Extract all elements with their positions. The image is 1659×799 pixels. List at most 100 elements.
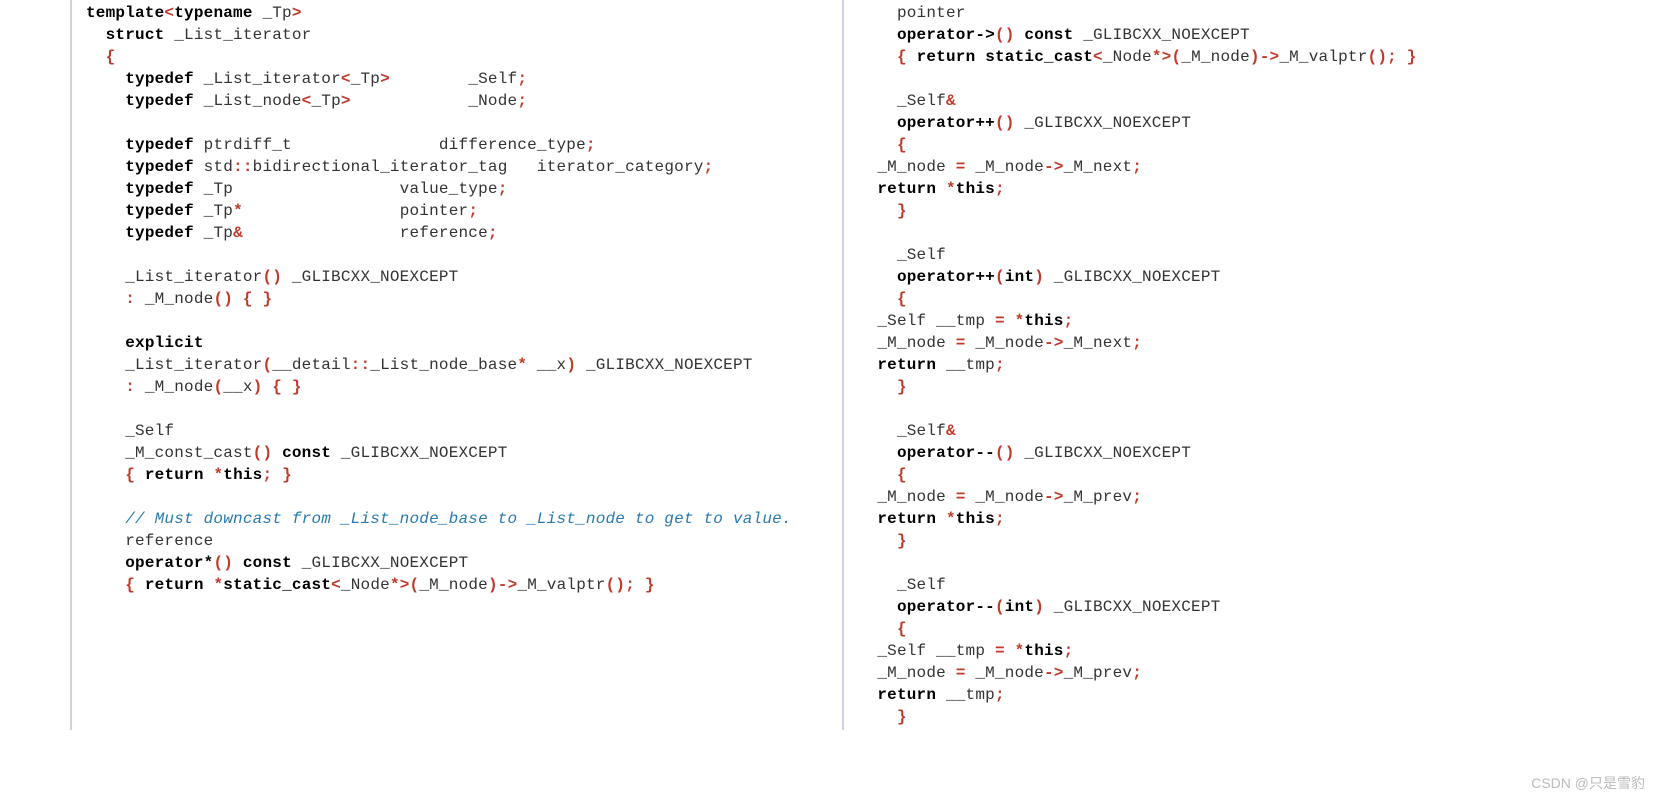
code-token: return [877,180,936,198]
code-token: _M_prev [1064,488,1133,506]
code-token [86,312,96,330]
code-token [858,290,897,308]
code-token: _Self [858,576,946,594]
code-token: int [1005,268,1034,286]
code-token: ; [995,356,1005,374]
code-token: * [1015,642,1025,660]
code-token [975,48,985,66]
code-token: { [897,466,907,484]
code-token: ; [517,70,527,88]
code-token: _Self __tmp [858,642,995,660]
code-token: operator-- [897,598,995,616]
code-token: _GLIBCXX_NOEXCEPT [576,356,752,374]
code-token: * [390,576,400,594]
code-token: = [956,158,966,176]
code-token: } [1407,48,1417,66]
code-token: _Tp [351,70,380,88]
code-token: ( [995,598,1005,616]
code-token: operator++ [897,114,995,132]
code-token: -> [1044,334,1064,352]
code-token: _List_node_base [370,356,517,374]
watermark-text: CSDN @只是雪豹 [1531,773,1645,793]
code-token: ; [995,180,1005,198]
code-token: const [1024,26,1073,44]
code-token: } [645,576,655,594]
code-token: _Tp [194,202,233,220]
code-token [86,202,125,220]
code-token: & [233,224,243,242]
code-token [858,620,897,638]
code-token: * [517,356,527,374]
code-token: ) [1034,268,1044,286]
code-token: pointer [858,4,966,22]
code-token: ; [1132,488,1142,506]
code-token: > [292,4,302,22]
code-token: () [262,268,282,286]
code-token: ( [262,356,272,374]
code-token: _GLIBCXX_NOEXCEPT [1015,444,1191,462]
code-token: * [1152,48,1162,66]
code-token: ; [1064,642,1074,660]
code-token [86,466,125,484]
code-token: { [125,466,135,484]
code-token [86,48,106,66]
code-token [86,26,106,44]
code-token: & [946,92,956,110]
code-token: = [995,642,1005,660]
code-token: operator-- [897,444,995,462]
code-token: } [897,708,907,726]
code-token: reference [243,224,488,242]
code-token: >( [400,576,420,594]
code-token: * [1015,312,1025,330]
code-token: & [946,422,956,440]
code-token: _M_valptr [517,576,605,594]
code-token [86,114,96,132]
code-token: _Self __tmp [858,312,995,330]
code-token: _M_node [858,664,956,682]
code-token [86,92,125,110]
code-token: _GLIBCXX_NOEXCEPT [1073,26,1249,44]
code-token [86,224,125,242]
code-token [858,26,897,44]
code-token [86,290,125,308]
code-token: { [897,290,907,308]
code-token [858,136,897,154]
code-token: typedef [125,202,194,220]
code-token: () { } [213,290,272,308]
code-token [858,466,897,484]
code-token: )-> [1250,48,1279,66]
code-token: _M_next [1064,158,1133,176]
code-token: -> [1044,158,1064,176]
code-token: template [86,4,164,22]
code-token: _GLIBCXX_NOEXCEPT [282,268,458,286]
code-token: _Node [341,576,390,594]
code-token: < [164,4,174,22]
code-token: } [282,466,292,484]
code-token: return [877,356,936,374]
code-token: > [341,92,351,110]
code-token: _M_valptr [1279,48,1367,66]
code-token: __detail [272,356,350,374]
code-token: typedef [125,224,194,242]
code-token: _M_prev [1064,664,1133,682]
code-token: (); [606,576,635,594]
code-token: ; [1132,664,1142,682]
code-token: * [946,510,956,528]
code-token: _Node [1103,48,1152,66]
code-token: const [282,444,331,462]
code-token: _M_node [858,334,956,352]
code-token: _GLIBCXX_NOEXCEPT [331,444,507,462]
code-token: = [995,312,1005,330]
code-token: _Self [858,422,946,440]
code-token: { [125,576,135,594]
code-token: static_cast [223,576,331,594]
code-token: > [380,70,390,88]
code-token [1015,26,1025,44]
code-token: _Node [351,92,518,110]
code-token: () [995,26,1015,44]
code-token [135,576,145,594]
code-token: this [956,180,995,198]
code-token: __x [223,378,252,396]
code-token: ; [498,180,508,198]
code-token: >( [1162,48,1182,66]
